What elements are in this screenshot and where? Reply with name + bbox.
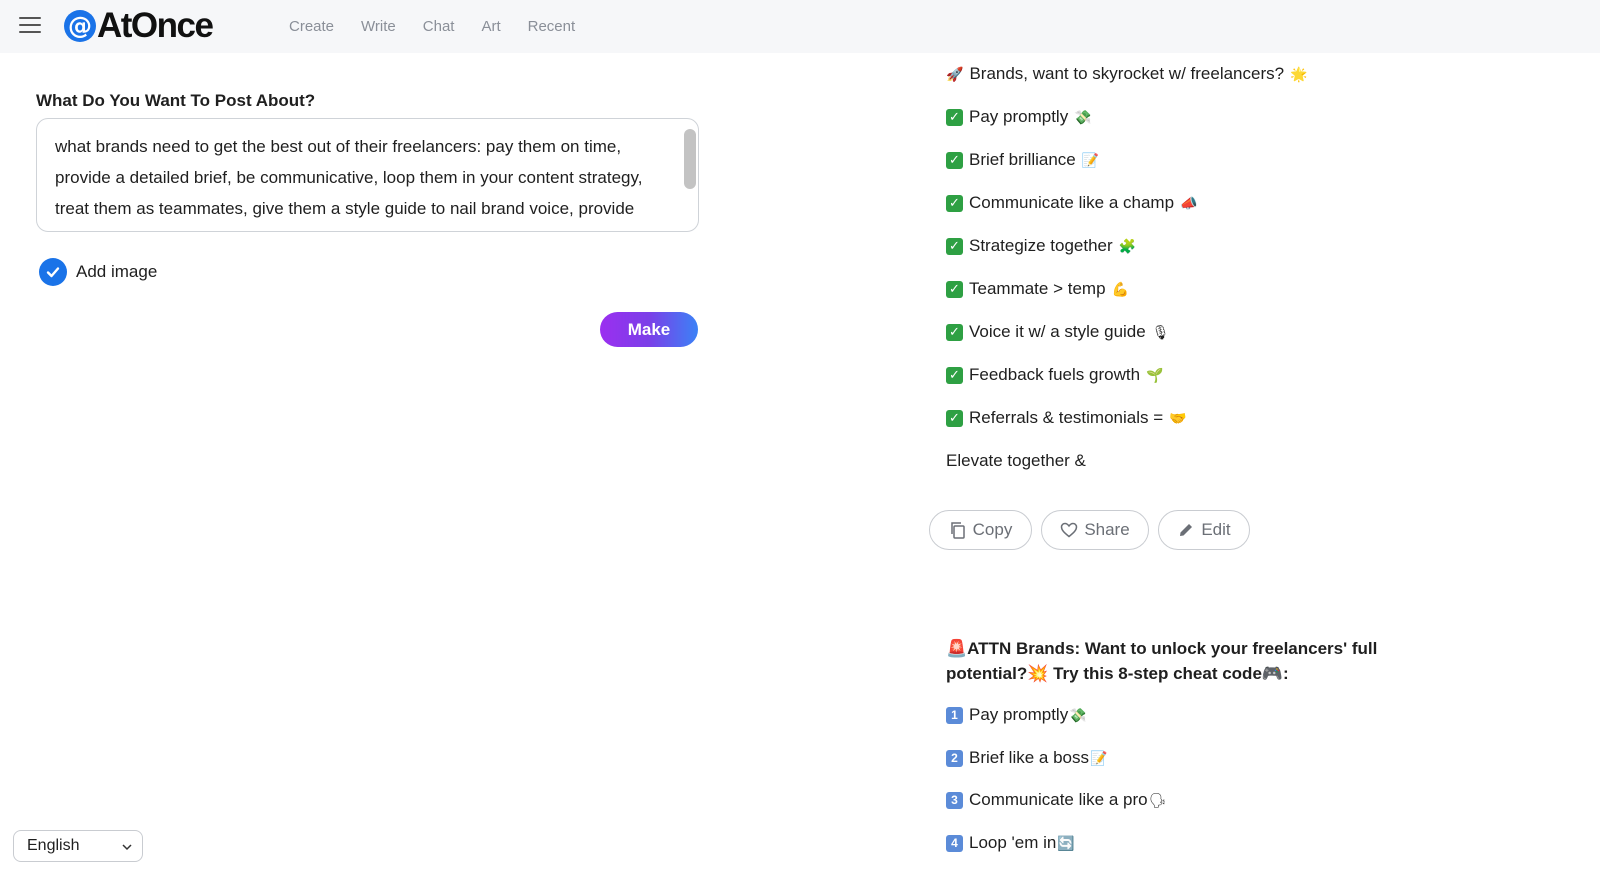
check-box-icon: ✓ — [946, 108, 963, 126]
check-box-icon: ✓ — [946, 409, 963, 427]
check-box-icon: ✓ — [946, 323, 963, 341]
number-badge-icon: 1 — [946, 706, 963, 724]
textarea-scrollbar[interactable] — [684, 129, 696, 189]
nav-create[interactable]: Create — [289, 18, 334, 35]
logo-text: AtOnce — [97, 6, 214, 45]
list-item: 2 Brief like a boss 📝 — [946, 748, 1107, 768]
copy-button[interactable]: Copy — [929, 510, 1032, 550]
list-item-text: Teammate > temp — [969, 279, 1106, 298]
list-item: ✓ Pay promptly 💸 — [946, 107, 1092, 127]
edit-label: Edit — [1201, 520, 1231, 539]
seedling-icon: 🌱 — [1146, 366, 1164, 383]
megaphone-icon: 📣 — [1180, 194, 1198, 211]
list-item: 3 Communicate like a pro 🗣 — [946, 790, 1166, 810]
check-box-icon: ✓ — [946, 151, 963, 169]
app-logo[interactable]: @ AtOnce — [64, 6, 214, 46]
memo-icon: 📝 — [1090, 749, 1108, 766]
share-label: Share — [1084, 520, 1130, 539]
list-item-text: Pay promptly — [969, 107, 1069, 126]
copy-icon — [950, 522, 965, 539]
post2-headline: 🚨ATTN Brands: Want to unlock your freela… — [946, 639, 1378, 683]
handshake-icon: 🤝 — [1169, 409, 1187, 426]
rocket-icon: 🚀 — [946, 65, 964, 82]
prompt-textarea-value[interactable]: what brands need to get the best out of … — [55, 131, 675, 231]
puzzle-icon: 🧩 — [1118, 237, 1137, 254]
logo-at-icon: @ — [64, 10, 96, 42]
post1-closing: Elevate together & — [946, 451, 1086, 470]
post1-headline: 🚀 Brands, want to skyrocket w/ freelance… — [946, 64, 1308, 84]
list-item: 4 Loop 'em in 🔄 — [946, 833, 1075, 853]
prompt-label: What Do You Want To Post About? — [36, 91, 316, 110]
list-item: 1 Pay promptly 💸 — [946, 705, 1087, 725]
nav-write[interactable]: Write — [361, 18, 396, 35]
list-item-text: Communicate like a pro — [969, 790, 1148, 809]
memo-icon: 📝 — [1081, 151, 1100, 168]
number-badge-icon: 4 — [946, 834, 963, 852]
list-item-text: Strategize together — [969, 236, 1113, 255]
star-icon: 🌟 — [1290, 65, 1308, 82]
prompt-textarea[interactable]: what brands need to get the best out of … — [36, 118, 699, 232]
check-box-icon: ✓ — [946, 237, 963, 255]
nav-art[interactable]: Art — [481, 18, 500, 35]
top-nav-bar: @ AtOnce Create Write Chat Art Recent — [0, 0, 1600, 53]
refresh-icon: 🔄 — [1057, 834, 1075, 851]
edit-button[interactable]: Edit — [1158, 510, 1250, 550]
pencil-icon — [1180, 524, 1193, 536]
check-box-icon: ✓ — [946, 194, 963, 212]
add-image-toggle[interactable]: Add image — [39, 258, 157, 286]
nav-chat[interactable]: Chat — [423, 18, 455, 35]
list-item: ✓ Strategize together 🧩 — [946, 236, 1136, 256]
list-item-text: Pay promptly — [969, 705, 1069, 724]
list-item: ✓ Referrals & testimonials = 🤝 — [946, 408, 1187, 428]
post1-headline-text: Brands, want to skyrocket w/ freelancers… — [969, 64, 1285, 83]
hamburger-menu-icon[interactable] — [19, 17, 41, 35]
list-item-text: Communicate like a champ — [969, 193, 1175, 212]
list-item-text: Referrals & testimonials = — [969, 408, 1164, 427]
make-button[interactable]: Make — [600, 312, 698, 347]
language-select[interactable]: English — [13, 830, 143, 862]
number-badge-icon: 3 — [946, 791, 963, 809]
speaking-head-icon: 🗣 — [1148, 791, 1167, 808]
check-box-icon: ✓ — [946, 366, 963, 384]
chevron-down-icon — [122, 844, 132, 851]
copy-label: Copy — [972, 520, 1013, 539]
list-item-text: Voice it w/ a style guide — [969, 322, 1146, 341]
checkmark-icon[interactable] — [39, 258, 67, 286]
list-item: ✓ Teammate > temp 💪 — [946, 279, 1129, 299]
heart-icon — [1061, 522, 1078, 538]
nav-recent[interactable]: Recent — [528, 18, 576, 35]
muscle-icon: 💪 — [1111, 280, 1129, 297]
number-badge-icon: 2 — [946, 749, 963, 767]
list-item-text: Brief like a boss — [969, 748, 1089, 767]
add-image-label: Add image — [76, 262, 158, 281]
microphone-icon: 🎙 — [1151, 323, 1170, 340]
list-item: ✓ Brief brilliance 📝 — [946, 150, 1099, 170]
list-item: ✓ Communicate like a champ 📣 — [946, 193, 1197, 213]
list-item: ✓ Feedback fuels growth 🌱 — [946, 365, 1163, 385]
money-icon: 💸 — [1069, 706, 1087, 723]
share-button[interactable]: Share — [1041, 510, 1149, 550]
list-item-text: Loop 'em in — [969, 833, 1057, 852]
list-item-text: Brief brilliance — [969, 150, 1076, 169]
language-selected: English — [27, 837, 80, 854]
list-item: ✓ Voice it w/ a style guide 🎙 — [946, 322, 1170, 342]
list-item-text: Feedback fuels growth — [969, 365, 1141, 384]
check-box-icon: ✓ — [946, 280, 963, 298]
main-nav: Create Write Chat Art Recent — [289, 18, 602, 35]
money-icon: 💸 — [1074, 108, 1092, 125]
